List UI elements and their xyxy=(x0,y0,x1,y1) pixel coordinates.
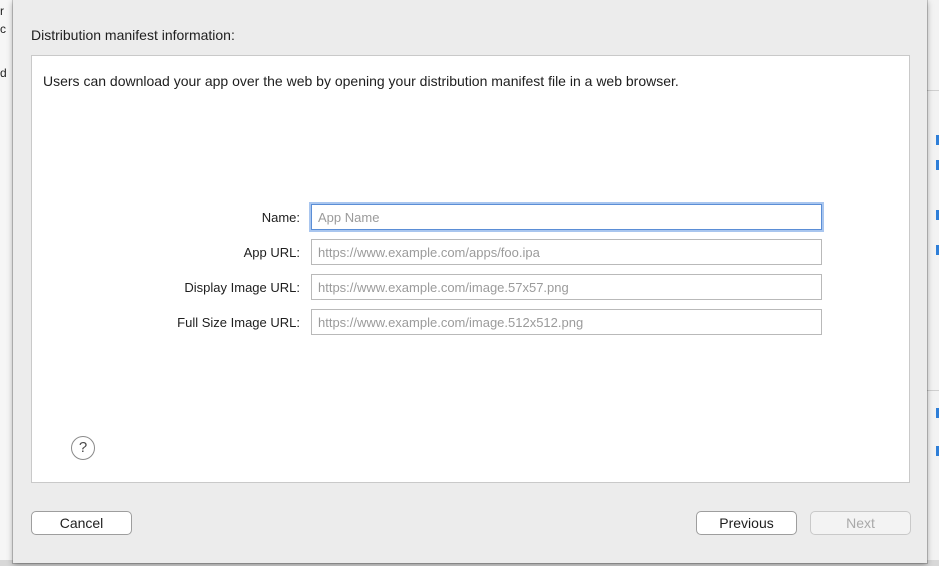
background-divider xyxy=(925,390,939,391)
display-image-url-label: Display Image URL: xyxy=(184,280,300,295)
previous-button[interactable]: Previous xyxy=(696,511,797,535)
next-button[interactable]: Next xyxy=(810,511,911,535)
screen: r c d Distribution manifest information:… xyxy=(0,0,939,566)
form-row-display-image-url: Display Image URL: xyxy=(32,274,911,304)
display-image-url-input[interactable] xyxy=(311,274,822,300)
full-size-image-url-input[interactable] xyxy=(311,309,822,335)
form-row-app-url: App URL: xyxy=(32,239,911,269)
manifest-form-panel: Users can download your app over the web… xyxy=(31,55,910,483)
form-row-full-size-image-url: Full Size Image URL: xyxy=(32,309,911,339)
name-input[interactable] xyxy=(311,204,822,230)
name-label: Name: xyxy=(261,210,300,225)
full-size-image-url-label: Full Size Image URL: xyxy=(177,315,300,330)
background-divider xyxy=(925,90,939,91)
app-url-input[interactable] xyxy=(311,239,822,265)
form-row-name: Name: xyxy=(32,204,911,234)
background-text-fragment: c xyxy=(0,22,6,36)
background-text-fragment: d xyxy=(0,66,7,80)
intro-text: Users can download your app over the web… xyxy=(43,73,679,89)
distribution-manifest-sheet: Distribution manifest information: Users… xyxy=(13,0,927,563)
background-text-fragment: r xyxy=(0,4,4,18)
help-circle-icon[interactable]: ? xyxy=(71,436,95,460)
app-url-label: App URL: xyxy=(243,245,300,260)
sheet-title: Distribution manifest information: xyxy=(31,27,235,43)
cancel-button[interactable]: Cancel xyxy=(31,511,132,535)
